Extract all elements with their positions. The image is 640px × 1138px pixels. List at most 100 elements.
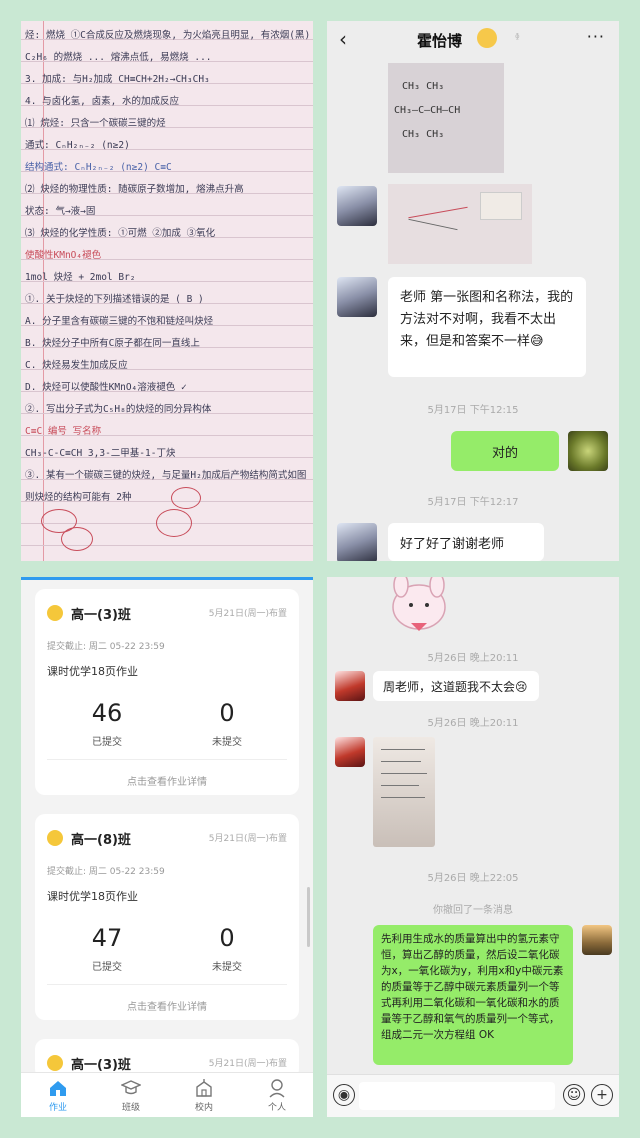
note-line: 4. 与卤化氢, 卤素, 水的加成反应 <box>25 96 180 107</box>
add-icon[interactable]: + <box>591 1084 613 1106</box>
card-divider <box>47 984 287 985</box>
message-bubble[interactable]: 周老师，这道题我不太会😢 <box>373 671 539 701</box>
note-line: C. 炔烃易发生加成反应 <box>25 360 128 371</box>
homework-photo[interactable] <box>373 737 435 847</box>
chat-window-top: ‹ 霍怡博 ᶲ ··· CH₃ CH₃ CH₃—C—CH—CH CH₃ CH₃ … <box>327 21 619 561</box>
note-line: ③. 某有一个碳碳三键的炔烃, 与足量H₂加成后产物结构简式如图 <box>25 470 307 481</box>
structure-line: CH₃ CH₃ <box>402 81 445 92</box>
my-message-bubble[interactable]: 对的 <box>451 431 559 471</box>
avatar[interactable] <box>335 737 365 767</box>
class-name: 高一(3)班 <box>71 1058 131 1073</box>
message-text: 老师 第一张图和名称法，我的方法对不对啊，我看不太出来，但是和答案不一样😅 <box>400 290 574 349</box>
nav-label: 校内 <box>194 1103 213 1113</box>
assign-date: 5月21日(周一)布置 <box>208 609 287 619</box>
timestamp: 5月17日 下午12:17 <box>427 497 519 508</box>
bottom-nav: 作业 班级 校内 个人 <box>21 1072 313 1117</box>
back-icon[interactable]: ‹ <box>339 27 347 51</box>
class-name: 高一(3)班 <box>71 608 131 623</box>
my-avatar[interactable] <box>582 925 612 955</box>
view-details-link[interactable]: 点击查看作业详情 <box>35 998 299 1013</box>
note-line: ⑵ 炔烃的物理性质: 随碳原子数增加, 熔沸点升高 <box>25 184 244 195</box>
nav-school[interactable]: 校内 <box>174 1073 234 1117</box>
my-avatar[interactable] <box>568 431 608 471</box>
timestamp: 5月17日 下午12:15 <box>427 405 519 416</box>
notebook-photo: 烃: 燃烧 ①C合成反应及燃烧现象, 为火焰亮且明显, 有浓烟(黑) C₂H₆ … <box>21 21 313 561</box>
assign-date: 5月21日(周一)布置 <box>208 1059 287 1069</box>
homework-title: 课时优学18页作业 <box>47 665 138 678</box>
chat-input-bar: ◉ ☺ + <box>327 1074 619 1117</box>
note-line: C₂H₆ 的燃烧 ... 熔沸点低, 易燃烧 ... <box>25 52 212 63</box>
submitted-count: 46 <box>91 699 123 727</box>
home-icon <box>50 1081 66 1096</box>
nav-label: 作业 <box>48 1103 67 1113</box>
top-accent-bar <box>21 577 313 580</box>
class-name: 高一(8)班 <box>71 833 131 848</box>
chemistry-photo[interactable]: CH₃ CH₃ CH₃—C—CH—CH CH₃ CH₃ <box>388 63 504 173</box>
unsubmitted-count: 0 <box>219 924 235 952</box>
timestamp: 5月26日 晚上20:11 <box>427 718 519 729</box>
recall-notice: 你撤回了一条消息 <box>433 905 513 916</box>
nav-label: 班级 <box>121 1103 140 1113</box>
note-line: 烃: 燃烧 ①C合成反应及燃烧现象, 为火焰亮且明显, 有浓烟(黑) <box>25 30 311 41</box>
chat-window-bottom: 5月26日 晚上20:11 周老师，这道题我不太会😢 5月26日 晚上20:11… <box>327 577 619 1117</box>
scrollbar[interactable] <box>307 887 310 947</box>
homework-card[interactable]: 高一(3)班 5月21日(周一)布置 提交截止: 周二 05-22 23:59 … <box>35 589 299 795</box>
voice-icon[interactable]: ◉ <box>333 1084 355 1106</box>
nav-personal[interactable]: 个人 <box>247 1073 307 1117</box>
nav-homework[interactable]: 作业 <box>28 1073 88 1117</box>
message-bubble[interactable]: 好了好了谢谢老师 <box>388 523 544 561</box>
structure-line: CH₃—C—CH—CH <box>394 105 461 116</box>
homework-card[interactable]: 高一(8)班 5月21日(周一)布置 提交截止: 周二 05-22 23:59 … <box>35 814 299 1020</box>
homework-app: 高一(3)班 5月21日(周一)布置 提交截止: 周二 05-22 23:59 … <box>21 577 313 1117</box>
note-line: D. 炔烃可以使酸性KMnO₄溶液褪色 ✓ <box>25 382 187 393</box>
note-line: 3. 加成: 与H₂加成 CH≡CH+2H₂→CH₃CH₃ <box>25 74 210 85</box>
message-input[interactable] <box>359 1082 555 1110</box>
note-line: C≡C 编号 写名称 <box>25 426 102 437</box>
nav-label: 个人 <box>267 1103 286 1113</box>
chemistry-photo[interactable] <box>388 184 532 264</box>
submitted-label: 已提交 <box>92 962 122 973</box>
note-line: 使酸性KMnO₄褪色 <box>25 250 102 261</box>
submitted-label: 已提交 <box>92 737 122 748</box>
avatar[interactable] <box>337 186 377 226</box>
submitted-count: 47 <box>91 924 123 952</box>
nav-class[interactable]: 班级 <box>101 1073 161 1117</box>
chat-contact-name: 霍怡博 <box>417 32 463 50</box>
note-line: 则炔烃的结构可能有 2种 <box>25 492 132 503</box>
note-line: ⑶ 炔烃的化学性质: ①可燃 ②加成 ③氧化 <box>25 228 216 239</box>
structure-circle <box>171 487 201 509</box>
avatar[interactable] <box>337 523 377 561</box>
more-icon[interactable]: ··· <box>587 27 605 46</box>
note-line: ②. 写出分子式为C₅H₈的炔烃的同分异构体 <box>25 404 212 415</box>
class-icon <box>121 1080 141 1095</box>
homework-title: 课时优学18页作业 <box>47 890 138 903</box>
message-text: 周老师，这道题我不太会😢 <box>383 680 528 694</box>
class-badge-icon <box>47 830 63 846</box>
unsubmitted-label: 未提交 <box>212 962 242 973</box>
assign-date: 5月21日(周一)布置 <box>208 834 287 844</box>
avatar[interactable] <box>337 277 377 317</box>
avatar[interactable] <box>335 671 365 701</box>
view-details-link[interactable]: 点击查看作业详情 <box>35 773 299 788</box>
deadline: 提交截止: 周二 05-22 23:59 <box>47 642 165 652</box>
note-line: 通式: CₙH₂ₙ₋₂ (n≥2) <box>25 140 130 151</box>
note-line: ⑴ 烷烃: 只含一个碳碳三键的烃 <box>25 118 166 129</box>
message-text: 好了好了谢谢老师 <box>400 537 505 552</box>
my-message-bubble[interactable]: 先利用生成水的质量算出中的氢元素守恒，算出乙醇的质量，然后设二氧化碳为x，一氧化… <box>373 925 573 1065</box>
structure-line: CH₃ CH₃ <box>402 129 445 140</box>
unsubmitted-label: 未提交 <box>212 737 242 748</box>
message-bubble[interactable]: 老师 第一张图和名称法，我的方法对不对啊，我看不太出来，但是和答案不一样😅 <box>388 277 586 377</box>
note-line: 结构通式: CₙH₂ₙ₋₂ (n≥2) C≡C <box>25 162 172 173</box>
note-line: 1mol 炔烃 + 2mol Br₂ <box>25 272 136 283</box>
school-icon <box>196 1079 212 1097</box>
structure-circle <box>61 527 93 551</box>
timestamp: 5月26日 晚上22:05 <box>427 873 519 884</box>
note-line: B. 炔烃分子中所有C原子都在同一直线上 <box>25 338 200 349</box>
card-divider <box>47 759 287 760</box>
emoji-icon[interactable]: ☺ <box>563 1084 585 1106</box>
bunny-sticker[interactable] <box>383 577 455 633</box>
class-badge-icon <box>47 1055 63 1071</box>
message-text: 对的 <box>491 446 518 461</box>
note-line: CH₃-C-C≡CH 3,3-二甲基-1-丁炔 <box>25 448 176 459</box>
note-line: 状态: 气→液→固 <box>25 206 96 217</box>
